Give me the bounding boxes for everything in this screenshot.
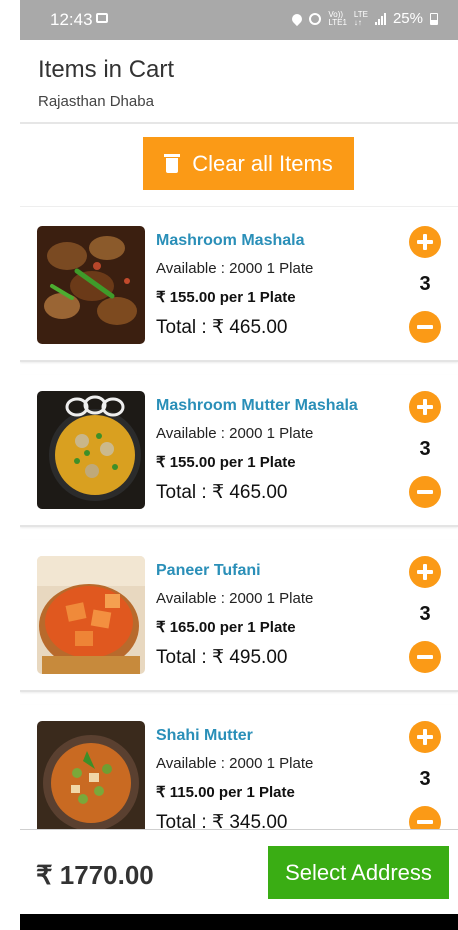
status-time: 12:43 <box>50 10 93 29</box>
lte-bottom: ↓↑ <box>353 17 362 27</box>
lte-indicator: LTE ↓↑ <box>353 10 368 27</box>
item-availability: Available : 2000 1 Plate <box>156 755 314 772</box>
item-price: ₹ 165.00 per 1 Plate <box>156 619 296 636</box>
item-availability: Available : 2000 1 Plate <box>156 425 314 442</box>
item-availability: Available : 2000 1 Plate <box>156 260 314 277</box>
item-image <box>37 721 145 839</box>
item-image <box>37 226 145 344</box>
select-address-button[interactable]: Select Address <box>268 846 449 899</box>
cart-header: Items in Cart Rajasthan Dhaba <box>20 40 458 124</box>
battery-icon <box>430 12 438 25</box>
item-quantity: 3 <box>419 273 431 295</box>
item-price: ₹ 155.00 per 1 Plate <box>156 454 296 471</box>
clear-all-button[interactable]: Clear all Items <box>143 137 354 190</box>
signal-icon <box>374 12 386 25</box>
item-info: Mashroom Mutter Mashala Available : 2000… <box>156 397 396 504</box>
clear-all-label: Clear all Items <box>192 150 333 176</box>
volte-indicator: Vo)) LTE1 <box>328 10 347 27</box>
item-info: Mashroom Mashala Available : 2000 1 Plat… <box>156 232 396 339</box>
item-info: Shahi Mutter Available : 2000 1 Plate ₹ … <box>156 727 396 834</box>
status-bar: 12:43 Vo)) LTE1 LTE ↓↑ 25% <box>20 0 458 40</box>
clear-section: Clear all Items <box>20 124 458 207</box>
cart-item: Mashroom Mutter Mashala Available : 2000… <box>20 375 458 527</box>
item-info: Paneer Tufani Available : 2000 1 Plate ₹… <box>156 562 396 669</box>
page-title: Items in Cart <box>38 56 175 83</box>
status-icons: Vo)) LTE1 LTE ↓↑ 25% <box>290 10 438 27</box>
item-total: Total : ₹ 465.00 <box>156 482 288 503</box>
item-quantity: 3 <box>419 603 431 625</box>
item-availability: Available : 2000 1 Plate <box>156 590 314 607</box>
item-name[interactable]: Mashroom Mashala <box>156 232 396 260</box>
increase-quantity-icon[interactable] <box>409 721 441 753</box>
system-nav-bar <box>20 914 458 930</box>
item-price: ₹ 155.00 per 1 Plate <box>156 289 296 306</box>
item-name[interactable]: Mashroom Mutter Mashala <box>156 397 396 425</box>
cart-total-amount: ₹ 1770.00 <box>36 860 154 890</box>
item-quantity: 3 <box>419 438 431 460</box>
app-frame: 12:43 Vo)) LTE1 LTE ↓↑ 25% Items in Cart… <box>20 0 458 930</box>
battery-percent: 25% <box>392 10 423 27</box>
gallery-notification-icon <box>96 13 108 23</box>
item-total: Total : ₹ 495.00 <box>156 647 288 668</box>
checkout-bar: ₹ 1770.00 Select Address <box>20 829 458 915</box>
trash-icon <box>164 154 181 173</box>
item-name[interactable]: Shahi Mutter <box>156 727 396 755</box>
volte-bottom: LTE1 <box>328 17 347 27</box>
item-image <box>37 391 145 509</box>
increase-quantity-icon[interactable] <box>409 391 441 423</box>
item-quantity: 3 <box>419 768 431 790</box>
decrease-quantity-icon[interactable] <box>409 476 441 508</box>
increase-quantity-icon[interactable] <box>409 226 441 258</box>
item-name[interactable]: Paneer Tufani <box>156 562 396 590</box>
increase-quantity-icon[interactable] <box>409 556 441 588</box>
item-total: Total : ₹ 465.00 <box>156 317 288 338</box>
cart-item: Mashroom Mashala Available : 2000 1 Plat… <box>20 210 458 362</box>
location-icon <box>290 11 305 26</box>
item-image <box>37 556 145 674</box>
decrease-quantity-icon[interactable] <box>409 311 441 343</box>
restaurant-name: Rajasthan Dhaba <box>38 93 154 110</box>
cart-item: Paneer Tufani Available : 2000 1 Plate ₹… <box>20 540 458 692</box>
item-price: ₹ 115.00 per 1 Plate <box>156 784 295 801</box>
decrease-quantity-icon[interactable] <box>409 641 441 673</box>
hotspot-icon <box>309 12 322 25</box>
